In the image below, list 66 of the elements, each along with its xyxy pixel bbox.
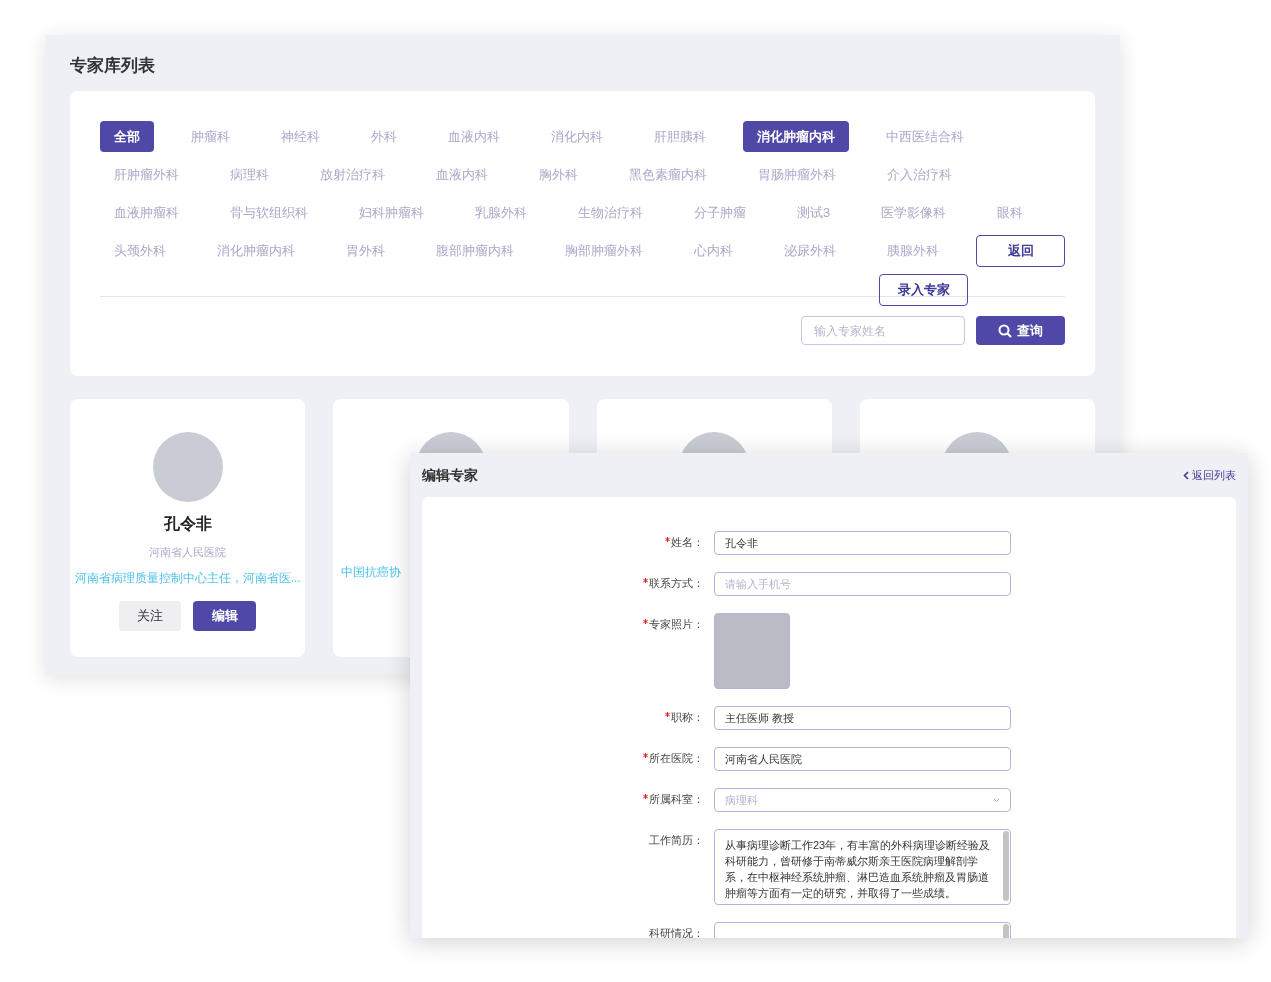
department-tag[interactable]: 分子肿瘤 bbox=[680, 197, 760, 228]
department-tag[interactable]: 胰腺外科 bbox=[873, 235, 953, 266]
department-tag[interactable]: 胃外科 bbox=[332, 235, 399, 266]
field-label: 联系方式： bbox=[649, 576, 704, 592]
scrollbar[interactable] bbox=[1003, 831, 1009, 901]
department-tag[interactable]: 胃肠肿瘤外科 bbox=[744, 159, 850, 190]
department-tag[interactable]: 胸部肿瘤外科 bbox=[551, 235, 657, 266]
department-tag[interactable]: 头颈外科 bbox=[100, 235, 180, 266]
department-tag[interactable]: 神经科 bbox=[267, 121, 334, 152]
department-tag[interactable]: 胸外科 bbox=[525, 159, 592, 190]
department-tag[interactable]: 消化肿瘤内科 bbox=[743, 121, 849, 152]
text-input-field[interactable]: 请输入手机号 bbox=[714, 572, 1011, 596]
text-input-field[interactable]: 孔令非 bbox=[714, 531, 1011, 555]
department-tag[interactable]: 医学影像科 bbox=[867, 197, 961, 228]
department-tag[interactable]: 眼科 bbox=[983, 197, 1038, 228]
textarea-field[interactable]: 从事病理诊断工作23年，有丰富的外科病理诊断经验及科研能力，曾研修于南蒂威尔斯亲王医院病理解剖学系，在中枢神经系统肿瘤、淋巴造血系统肿瘤及胃肠道肿瘤等方面有一定的研究，并取得了一些成绩。 bbox=[714, 829, 1011, 905]
field-label: 所在医院： bbox=[649, 751, 704, 767]
department-tag[interactable]: 乳腺外科 bbox=[461, 197, 541, 228]
department-tag[interactable]: 腹部肿瘤内科 bbox=[422, 235, 528, 266]
field-label: 工作简历： bbox=[649, 833, 704, 849]
department-tag[interactable]: 血液内科 bbox=[422, 159, 502, 190]
department-tag[interactable]: 妇科肿瘤科 bbox=[345, 197, 438, 228]
field-label: 所属科室： bbox=[649, 792, 704, 808]
department-tag[interactable]: 介入治疗科 bbox=[873, 159, 966, 190]
field-label: 科研情况： bbox=[649, 926, 704, 938]
department-tag[interactable]: 肝肿瘤外科 bbox=[100, 159, 193, 190]
text-input-field[interactable]: 主任医师 教授 bbox=[714, 706, 1011, 730]
search-button[interactable]: 查询 bbox=[976, 316, 1065, 345]
department-tag[interactable]: 血液肿瘤科 bbox=[100, 197, 193, 228]
department-tag[interactable]: 肝胆胰科 bbox=[640, 121, 720, 152]
follow-button[interactable]: 关注 bbox=[119, 600, 182, 631]
chevron-left-icon bbox=[1183, 470, 1189, 480]
edit-button[interactable]: 编辑 bbox=[193, 600, 257, 631]
department-tag[interactable]: 生物治疗科 bbox=[564, 197, 657, 228]
add-expert-button[interactable]: 录入专家 bbox=[879, 274, 968, 306]
hospital-name: 河南省人民医院 bbox=[149, 545, 227, 560]
department-tag[interactable]: 外科 bbox=[357, 121, 411, 152]
field-label: 职称： bbox=[671, 710, 704, 726]
search-field[interactable]: 输入专家姓名 bbox=[801, 316, 965, 345]
department-tag[interactable]: 骨与软组织科 bbox=[216, 197, 322, 228]
expert-name: 孔令非 bbox=[163, 514, 212, 534]
department-tag[interactable]: 泌尿外科 bbox=[770, 235, 850, 266]
expert-description: 河南省病理质量控制中心主任，河南省医... bbox=[74, 569, 301, 587]
department-tag[interactable]: 血液内科 bbox=[434, 121, 514, 152]
department-tag[interactable]: 消化内科 bbox=[537, 121, 617, 152]
field-label: 专家照片： bbox=[649, 617, 704, 633]
department-select[interactable]: 病理科 bbox=[714, 788, 1011, 812]
department-tag[interactable]: 放射治疗科 bbox=[306, 159, 399, 190]
department-tag[interactable]: 全部 bbox=[100, 121, 154, 152]
page-title: 专家库列表 bbox=[70, 55, 156, 77]
department-tag[interactable]: 肿瘤科 bbox=[177, 121, 244, 152]
search-icon bbox=[998, 323, 1012, 338]
panel-title: 编辑专家 bbox=[422, 465, 478, 485]
photo-placeholder[interactable] bbox=[714, 613, 790, 689]
department-tag[interactable]: 测试3 bbox=[783, 197, 845, 228]
department-tag[interactable]: 消化肿瘤内科 bbox=[203, 235, 309, 266]
department-tag[interactable]: 黑色素瘤内科 bbox=[615, 159, 721, 190]
expert-description: 中国抗癌协 bbox=[341, 564, 402, 581]
text-input-field[interactable]: 河南省人民医院 bbox=[714, 747, 1011, 771]
back-to-list-link[interactable]: 返回列表 bbox=[1183, 466, 1236, 484]
field-label: 姓名： bbox=[671, 535, 704, 551]
department-tag[interactable]: 病理科 bbox=[216, 159, 283, 190]
department-tag[interactable]: 心内科 bbox=[680, 235, 747, 266]
back-button[interactable]: 返回 bbox=[976, 235, 1065, 267]
caret-down-icon bbox=[993, 797, 1000, 803]
department-tag[interactable]: 中西医结合科 bbox=[872, 121, 978, 152]
